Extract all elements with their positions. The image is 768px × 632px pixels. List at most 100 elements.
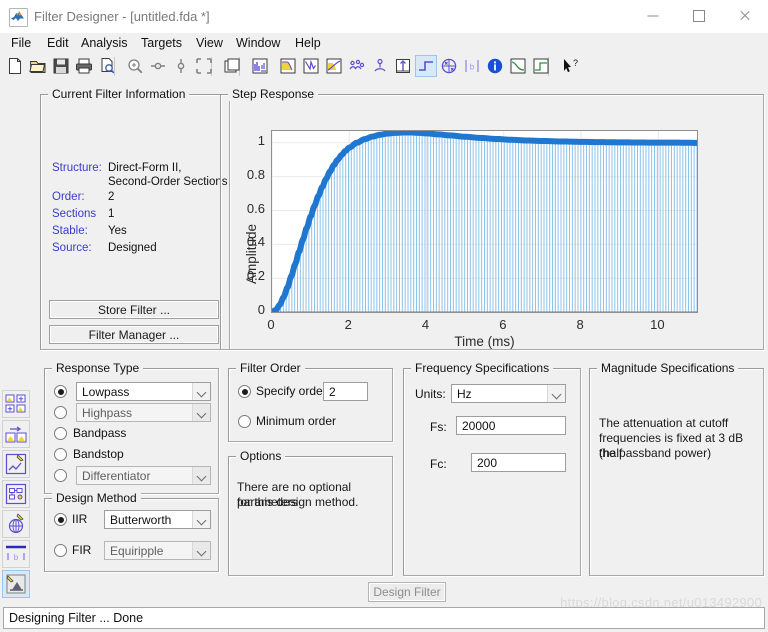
radio-iir[interactable] <box>54 513 67 526</box>
x-axis-title: Time (ms) <box>454 334 515 349</box>
units-combo[interactable]: Hz <box>451 384 566 403</box>
chevron-down-icon <box>547 385 565 402</box>
new-filter-icon[interactable] <box>4 55 26 77</box>
print-icon[interactable] <box>73 55 95 77</box>
filter-info-stable-key: Stable: <box>52 225 88 237</box>
full-view-analysis-icon[interactable] <box>221 55 243 77</box>
open-session-icon[interactable] <box>27 55 49 77</box>
x-tick-label: 6 <box>499 317 507 332</box>
y-tick-label: 0 <box>257 302 265 317</box>
toolbar: b? <box>0 53 768 80</box>
filter-coefficients-b-icon[interactable]: b <box>461 55 483 77</box>
current-filter-information-panel: Current Filter Information Structure: Di… <box>40 88 230 350</box>
radio-bandstop[interactable] <box>54 448 67 461</box>
sidebar-transform-filter-icon[interactable] <box>2 510 30 538</box>
radio-minimum-order-label: Minimum order <box>256 414 337 428</box>
radio-bandpass[interactable] <box>54 427 67 440</box>
window-title: Filter Designer - [untitled.fda *] <box>34 9 210 24</box>
round-off-noise-icon[interactable] <box>530 55 552 77</box>
filter-info-sections-key: Sections <box>52 208 97 220</box>
chevron-down-icon <box>192 404 210 421</box>
filter-information-icon[interactable] <box>484 55 506 77</box>
sidebar-import-filter-icon[interactable] <box>2 420 30 448</box>
zoom-in-icon[interactable] <box>124 55 146 77</box>
y-tick-label: 1 <box>257 132 265 148</box>
panel-title: Options <box>236 450 286 463</box>
menu-item-edit[interactable]: Edit <box>44 35 72 52</box>
maximize-icon <box>693 10 705 22</box>
context-help-icon[interactable]: ? <box>558 55 580 77</box>
menu-item-view[interactable]: View <box>193 35 226 52</box>
radio-lowpass[interactable] <box>54 385 67 398</box>
design-method-fir-combo[interactable]: Equiripple <box>104 541 211 560</box>
group-delay-icon[interactable] <box>346 55 368 77</box>
magnitude-message-line1: The attenuation at cutoff <box>599 416 729 430</box>
maximize-button[interactable] <box>676 0 722 32</box>
design-filter-button[interactable]: Design Filter <box>368 582 446 602</box>
magnitude-response-icon[interactable] <box>277 55 299 77</box>
filter-info-structure-key: Structure: <box>52 162 102 174</box>
zoom-y-icon[interactable] <box>170 55 192 77</box>
filter-manager-button[interactable]: Filter Manager ... <box>49 325 219 344</box>
filter-info-structure-value: Direct-Form II, <box>108 162 182 174</box>
panel-title: Filter Order <box>236 362 305 375</box>
chevron-down-icon <box>192 542 210 559</box>
response-type-panel: Response Type Lowpass Highpass Bandpass … <box>44 362 219 494</box>
design-method-iir-combo[interactable]: Butterworth <box>104 510 211 529</box>
step-response-chart[interactable]: 0 0.2 0.4 0.6 0.8 1 0 2 4 6 8 10 Time (m… <box>220 94 764 350</box>
pole-zero-plot-icon[interactable] <box>438 55 460 77</box>
radio-specify-order[interactable] <box>238 385 251 398</box>
filter-coefficients-icon[interactable] <box>249 55 271 77</box>
menu-item-help[interactable]: Help <box>292 35 324 52</box>
menu-item-analysis[interactable]: Analysis <box>78 35 131 52</box>
sidebar-design-filter-icon[interactable] <box>2 390 30 418</box>
radio-differentiator[interactable] <box>54 469 67 482</box>
options-message-line2: for this design method. <box>237 495 359 509</box>
matlab-icon <box>9 8 28 27</box>
menu-item-window[interactable]: Window <box>233 35 283 52</box>
fs-input[interactable]: 20000 <box>456 416 566 435</box>
phase-response-icon[interactable] <box>300 55 322 77</box>
store-filter-button[interactable]: Store Filter ... <box>49 300 219 319</box>
radio-fir[interactable] <box>54 544 67 557</box>
response-type-differentiator-combo[interactable]: Differentiator <box>76 466 211 485</box>
magnitude-phase-icon[interactable] <box>323 55 345 77</box>
units-label: Units: <box>415 387 446 401</box>
sidebar-realize-model-icon[interactable] <box>2 480 30 508</box>
y-axis-title: Amplitude <box>244 223 259 284</box>
sidebar-pole-zero-editor-icon[interactable] <box>2 570 30 598</box>
x-tick-label: 2 <box>344 317 352 332</box>
phase-delay-icon[interactable] <box>369 55 391 77</box>
restore-default-view-icon[interactable] <box>193 55 215 77</box>
impulse-response-icon[interactable] <box>392 55 414 77</box>
svg-text:?: ? <box>573 58 578 68</box>
sidebar-quantize-filter-icon[interactable] <box>2 450 30 478</box>
save-session-icon[interactable] <box>50 55 72 77</box>
menu-item-targets[interactable]: Targets <box>138 35 185 52</box>
fc-input[interactable]: 200 <box>471 453 566 472</box>
radio-highpass[interactable] <box>54 406 67 419</box>
options-panel: Options There are no optional parameters… <box>228 450 393 576</box>
close-button[interactable] <box>722 0 768 32</box>
response-type-lowpass-combo[interactable]: Lowpass <box>76 382 211 401</box>
magnitude-estimate-icon[interactable] <box>507 55 529 77</box>
print-preview-icon[interactable] <box>96 55 118 77</box>
filter-order-input[interactable]: 2 <box>323 382 368 401</box>
radio-minimum-order[interactable] <box>238 415 251 428</box>
x-tick-label: 0 <box>267 317 275 332</box>
x-tick-label: 4 <box>421 317 430 332</box>
chart-canvas <box>272 131 697 312</box>
y-tick-label: 0.6 <box>246 200 265 216</box>
menu-item-file[interactable]: File <box>8 35 34 52</box>
fc-label: Fc: <box>430 457 447 471</box>
filter-info-order-value: 2 <box>108 191 115 203</box>
svg-text:b: b <box>14 553 19 562</box>
response-type-highpass-combo[interactable]: Highpass <box>76 403 211 422</box>
zoom-x-icon[interactable] <box>147 55 169 77</box>
step-response-icon[interactable] <box>415 55 437 77</box>
sidebar-set-quantization-icon[interactable]: b <box>2 540 30 568</box>
radio-specify-order-label: Specify order: <box>256 384 331 398</box>
chevron-down-icon <box>192 467 210 484</box>
minimize-button[interactable] <box>630 0 676 32</box>
sidebar-tool-strip: b <box>2 390 32 603</box>
